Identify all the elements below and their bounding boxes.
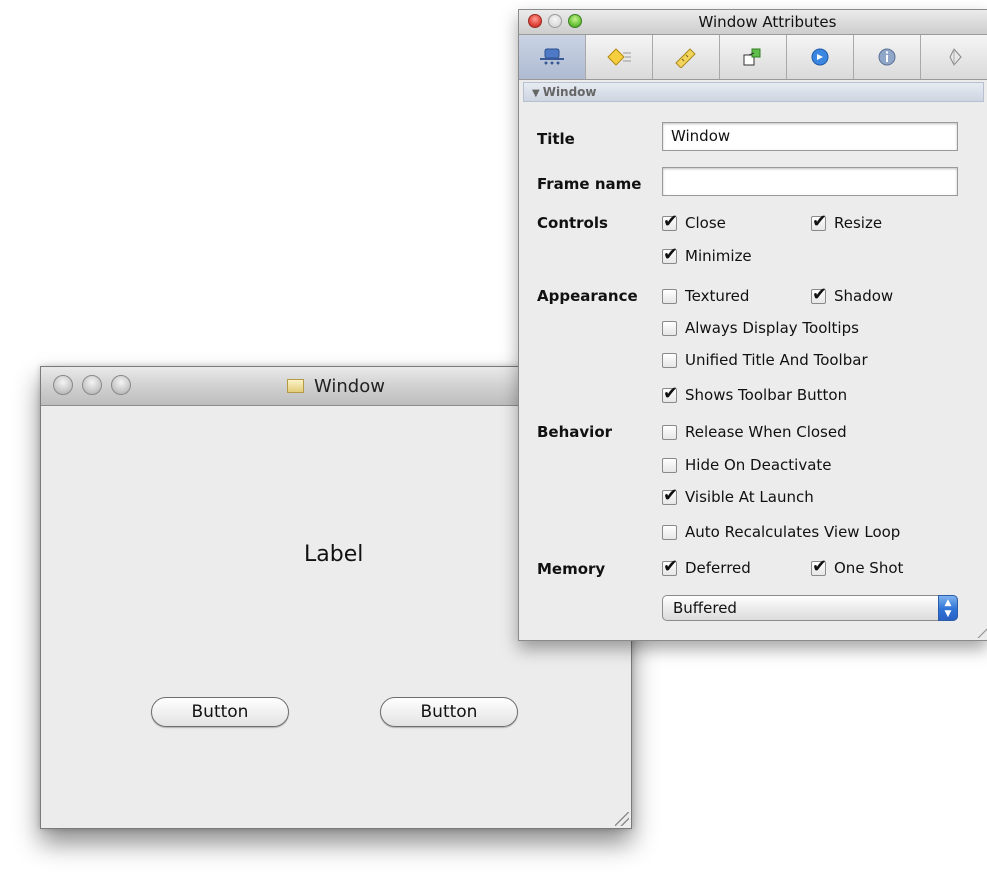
inspector-tab-bar [519, 35, 987, 80]
inspector-title: Window Attributes [698, 13, 837, 31]
behavior-label: Behavior [537, 423, 613, 441]
tab-connections[interactable] [720, 35, 787, 79]
close-checkbox[interactable]: Close [662, 211, 726, 232]
visible-at-launch-checkbox[interactable]: Visible At Launch [662, 485, 814, 506]
checkbox-box[interactable] [662, 424, 677, 440]
checkbox-label: Hide On Deactivate [685, 456, 832, 474]
checkbox-label: Minimize [685, 247, 752, 265]
checkbox-box[interactable] [662, 352, 677, 368]
checkbox-label: Deferred [685, 559, 751, 577]
effects-icon [607, 48, 631, 66]
unified-toolbar-checkbox[interactable]: Unified Title And Toolbar [662, 351, 868, 369]
checkbox-box[interactable] [662, 485, 678, 506]
checkbox-box[interactable] [662, 244, 678, 265]
checkbox-label: Shadow [834, 287, 894, 305]
tab-effects[interactable] [586, 35, 653, 79]
disclosure-triangle-icon[interactable]: ▼ [532, 88, 540, 99]
appearance-label: Appearance [537, 287, 638, 305]
checkbox-label: One Shot [834, 559, 904, 577]
button-right[interactable]: Button [380, 697, 518, 727]
checkbox-label: Release When Closed [685, 423, 847, 441]
tooltips-checkbox[interactable]: Always Display Tooltips [662, 319, 859, 337]
checkbox-box[interactable] [662, 383, 678, 404]
checkbox-label: Unified Title And Toolbar [685, 351, 868, 369]
resize-grip[interactable] [615, 812, 629, 826]
frame-name-label: Frame name [537, 175, 642, 193]
applescript-icon [949, 48, 963, 66]
connections-icon [743, 48, 761, 66]
identity-icon [878, 48, 896, 66]
checkbox-box[interactable] [662, 288, 677, 304]
inspector-resize-grip[interactable] [976, 626, 987, 638]
deferred-checkbox[interactable]: Deferred [662, 556, 751, 577]
tab-identity[interactable] [854, 35, 921, 79]
shadow-checkbox[interactable]: Shadow [811, 284, 894, 305]
checkbox-box[interactable] [811, 556, 827, 577]
auto-recalculates-checkbox[interactable]: Auto Recalculates View Loop [662, 523, 900, 541]
document-proxy-icon[interactable] [287, 379, 304, 393]
section-header-window[interactable]: ▼ Window [523, 82, 984, 102]
attributes-icon [540, 48, 564, 65]
popup-value: Buffered [673, 599, 737, 617]
toolbar-button-checkbox[interactable]: Shows Toolbar Button [662, 383, 848, 404]
resize-checkbox[interactable]: Resize [811, 211, 883, 232]
one-shot-checkbox[interactable]: One Shot [811, 556, 904, 577]
size-ruler-icon [675, 48, 696, 68]
checkbox-box[interactable] [662, 556, 678, 577]
backing-store-popup[interactable]: Buffered ▲ ▼ [662, 595, 958, 621]
release-when-closed-checkbox[interactable]: Release When Closed [662, 423, 847, 441]
window-title-text: Window [314, 376, 385, 397]
tab-bindings[interactable] [787, 35, 854, 79]
checkbox-label: Close [685, 214, 726, 232]
section-title: Window [542, 85, 597, 99]
tab-attributes[interactable] [519, 35, 586, 79]
minimize-checkbox[interactable]: Minimize [662, 244, 752, 265]
memory-label: Memory [537, 560, 606, 578]
button-left[interactable]: Button [151, 697, 289, 727]
title-field[interactable]: Window [662, 122, 958, 151]
checkbox-label: Shows Toolbar Button [685, 386, 848, 404]
checkbox-label: Auto Recalculates View Loop [685, 523, 901, 541]
checkbox-box[interactable] [662, 211, 678, 232]
checkbox-box[interactable] [662, 320, 677, 336]
checkbox-label: Visible At Launch [685, 488, 814, 506]
checkbox-box[interactable] [811, 284, 827, 305]
checkbox-box[interactable] [811, 211, 827, 232]
tab-applescript[interactable] [921, 35, 987, 79]
title-label: Title [537, 130, 575, 148]
inspector-titlebar[interactable]: Window Attributes [519, 10, 987, 35]
frame-name-field[interactable] [662, 167, 958, 196]
checkbox-label: Resize [834, 214, 883, 232]
controls-label: Controls [537, 214, 608, 232]
tab-size[interactable] [653, 35, 720, 79]
label-text[interactable]: Label [304, 542, 363, 567]
checkbox-label: Textured [685, 287, 750, 305]
textured-checkbox[interactable]: Textured [662, 287, 749, 305]
popup-arrows-icon[interactable]: ▲ ▼ [938, 595, 958, 621]
hide-on-deactivate-checkbox[interactable]: Hide On Deactivate [662, 456, 832, 474]
window-attributes-inspector: Window Attributes ▼ Window Title Window … [518, 9, 987, 641]
checkbox-box[interactable] [662, 457, 677, 473]
checkbox-box[interactable] [662, 524, 677, 540]
checkbox-label: Always Display Tooltips [685, 319, 859, 337]
bindings-icon [811, 48, 829, 66]
